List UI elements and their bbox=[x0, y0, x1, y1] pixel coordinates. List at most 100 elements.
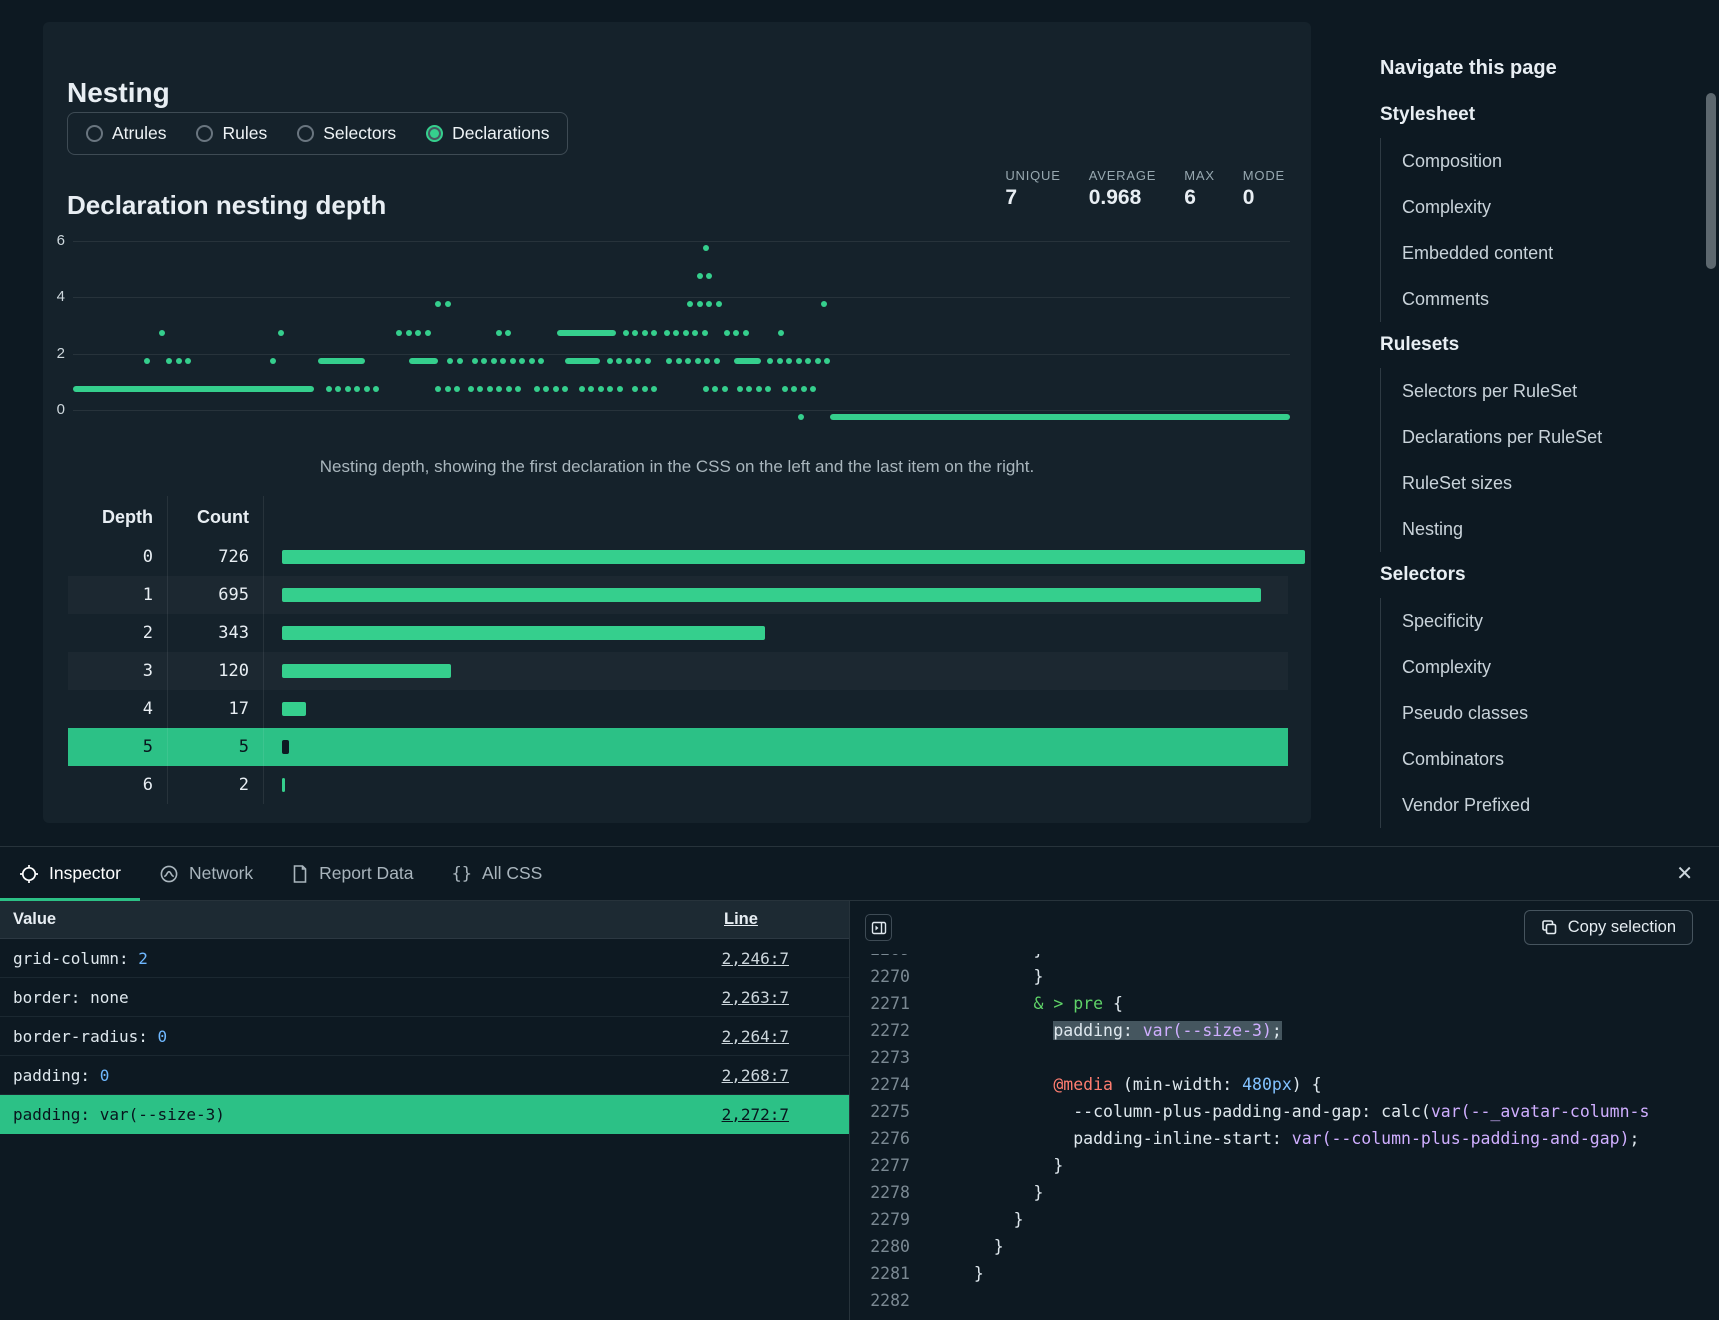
data-point bbox=[697, 301, 703, 307]
nav-item-comments[interactable]: Comments bbox=[1381, 276, 1692, 322]
inspector-row[interactable]: border-radius: 0 2,264:7 bbox=[0, 1017, 849, 1056]
nav-section-rulesets[interactable]: Rulesets bbox=[1380, 322, 1692, 368]
depth-table-row[interactable]: 417 bbox=[68, 690, 1288, 728]
line-link[interactable]: 2,272:7 bbox=[722, 1105, 789, 1124]
data-point bbox=[529, 358, 535, 364]
nav-item-declarations-per-ruleset[interactable]: Declarations per RuleSet bbox=[1381, 414, 1692, 460]
code-line: 2270 } bbox=[850, 963, 1719, 990]
depth-table-row[interactable]: 0726 bbox=[68, 538, 1288, 576]
data-point bbox=[435, 386, 441, 392]
tab-network[interactable]: Network bbox=[140, 847, 272, 900]
section-heading: Declaration nesting depth bbox=[67, 190, 386, 221]
count-cell: 726 bbox=[168, 538, 264, 576]
data-run bbox=[830, 414, 1290, 420]
data-point bbox=[487, 386, 493, 392]
nav-item-selectors-per-ruleset[interactable]: Selectors per RuleSet bbox=[1381, 368, 1692, 414]
line-number: 2270 bbox=[850, 963, 910, 990]
line-cell: 2,272:7 bbox=[699, 1105, 849, 1124]
declaration-value: 0 bbox=[100, 1066, 110, 1085]
nav-item-pseudo-classes[interactable]: Pseudo classes bbox=[1381, 690, 1692, 736]
line-content bbox=[910, 1287, 954, 1314]
inspector-row[interactable]: border: none2,263:7 bbox=[0, 978, 849, 1017]
nav-item-embedded-content[interactable]: Embedded content bbox=[1381, 230, 1692, 276]
inspector-row[interactable]: grid-column: 22,246:7 bbox=[0, 939, 849, 978]
tab-report-data[interactable]: Report Data bbox=[272, 847, 432, 900]
code-line: 2282 bbox=[850, 1287, 1719, 1314]
data-point bbox=[607, 386, 613, 392]
inspector-row[interactable]: padding: var(--size-3)2,272:7 bbox=[0, 1095, 849, 1134]
nav-item-ruleset-sizes[interactable]: RuleSet sizes bbox=[1381, 460, 1692, 506]
radio-label: Selectors bbox=[323, 123, 396, 144]
code-viewer: 2269 }2270 }2271 & > pre {2272 padding: … bbox=[850, 936, 1719, 1320]
radio-rules[interactable]: Rules bbox=[196, 123, 267, 144]
tab-label: Inspector bbox=[49, 863, 121, 884]
data-point bbox=[354, 386, 360, 392]
line-link[interactable]: 2,246:7 bbox=[722, 949, 789, 968]
network-icon bbox=[159, 864, 179, 884]
nav-section-selectors[interactable]: Selectors bbox=[1380, 552, 1692, 598]
nav-item-specificity[interactable]: Specificity bbox=[1381, 598, 1692, 644]
stat-mode: MODE0 bbox=[1243, 168, 1285, 210]
line-number: 2276 bbox=[850, 1125, 910, 1152]
line-cell: 2,264:7 bbox=[699, 1027, 849, 1046]
depth-table-row[interactable]: 1695 bbox=[68, 576, 1288, 614]
nav-section-stylesheet[interactable]: Stylesheet bbox=[1380, 92, 1692, 138]
data-point bbox=[445, 386, 451, 392]
count-cell: 120 bbox=[168, 652, 264, 690]
inspector-row[interactable]: padding: 02,268:7 bbox=[0, 1056, 849, 1095]
declaration-cell: border-radius: 0 bbox=[0, 1027, 699, 1046]
code-line: 2273 bbox=[850, 1044, 1719, 1071]
data-point bbox=[278, 330, 284, 336]
scrollbar[interactable] bbox=[1706, 93, 1716, 269]
data-point bbox=[562, 386, 568, 392]
depth-table-row[interactable]: 3120 bbox=[68, 652, 1288, 690]
nav-item-composition[interactable]: Composition bbox=[1381, 138, 1692, 184]
line-number: 2277 bbox=[850, 1152, 910, 1179]
data-point bbox=[714, 358, 720, 364]
line-link[interactable]: 2,268:7 bbox=[722, 1066, 789, 1085]
line-content: --column-plus-padding-and-gap: calc(var(… bbox=[910, 1098, 1649, 1125]
depth-table-row[interactable]: 62 bbox=[68, 766, 1288, 804]
nav-item-complexity[interactable]: Complexity bbox=[1381, 644, 1692, 690]
y-axis-tick-label: 4 bbox=[41, 288, 65, 305]
line-link[interactable]: 2,264:7 bbox=[722, 1027, 789, 1046]
nav-item-combinators[interactable]: Combinators bbox=[1381, 736, 1692, 782]
line-number: 2274 bbox=[850, 1071, 910, 1098]
radio-declarations[interactable]: Declarations bbox=[426, 123, 549, 144]
data-point bbox=[472, 358, 478, 364]
braces-icon: {} bbox=[452, 863, 472, 884]
radio-label: Atrules bbox=[112, 123, 166, 144]
line-link[interactable]: 2,263:7 bbox=[722, 988, 789, 1007]
line-column-header[interactable]: Line bbox=[699, 910, 849, 929]
data-point bbox=[496, 386, 502, 392]
code-line: 2278 } bbox=[850, 1179, 1719, 1206]
depth-table-row[interactable]: 55 bbox=[68, 728, 1288, 766]
nav-item-vendor-prefixed[interactable]: Vendor Prefixed bbox=[1381, 782, 1692, 828]
data-point bbox=[506, 386, 512, 392]
nav-item-complexity[interactable]: Complexity bbox=[1381, 184, 1692, 230]
metric-radio-group: Atrules Rules Selectors Declarations bbox=[67, 112, 568, 155]
depth-table-header-row: DepthCount bbox=[68, 496, 1288, 538]
data-run bbox=[557, 330, 615, 336]
tab-all-css[interactable]: {}All CSS bbox=[433, 847, 562, 900]
depth-cell: 0 bbox=[68, 538, 168, 576]
copy-selection-button[interactable]: Copy selection bbox=[1524, 910, 1693, 945]
depth-table-row[interactable]: 2343 bbox=[68, 614, 1288, 652]
data-point bbox=[166, 358, 172, 364]
radio-selectors[interactable]: Selectors bbox=[297, 123, 396, 144]
code-line: 2271 & > pre { bbox=[850, 990, 1719, 1017]
data-point bbox=[676, 358, 682, 364]
data-point bbox=[703, 245, 709, 251]
data-point bbox=[176, 358, 182, 364]
data-point bbox=[510, 358, 516, 364]
stat-value: 0.968 bbox=[1089, 186, 1157, 210]
nav-item-nesting[interactable]: Nesting bbox=[1381, 506, 1692, 552]
data-point bbox=[778, 330, 784, 336]
expand-panel-button[interactable] bbox=[865, 914, 892, 941]
nesting-depth-scatter-chart: 6420 bbox=[73, 241, 1290, 419]
data-point bbox=[724, 330, 730, 336]
tab-inspector[interactable]: Inspector bbox=[0, 847, 140, 900]
close-panel-button[interactable]: ✕ bbox=[1650, 847, 1719, 900]
radio-atrules[interactable]: Atrules bbox=[86, 123, 166, 144]
data-point bbox=[737, 386, 743, 392]
